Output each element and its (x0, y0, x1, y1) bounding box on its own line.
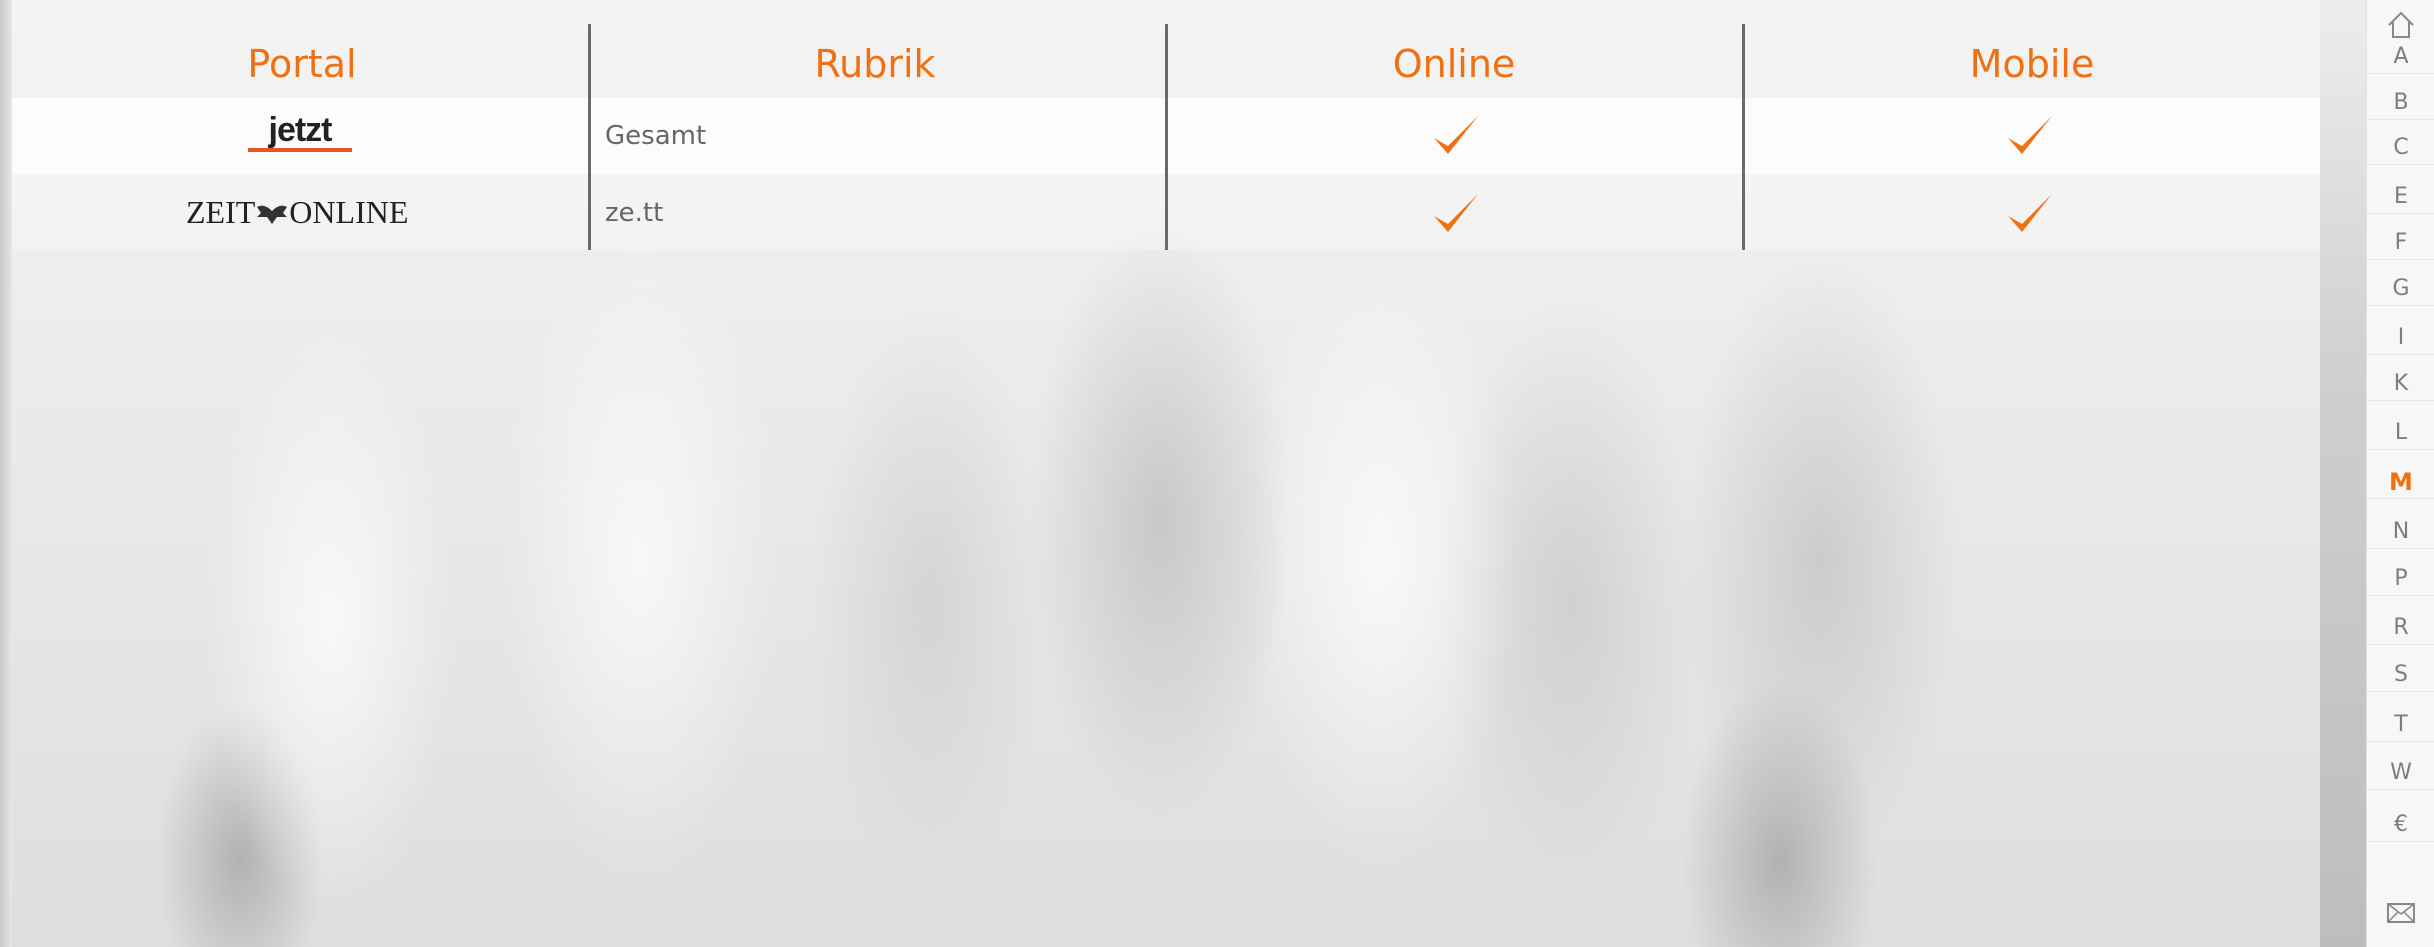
column-divider (588, 24, 591, 250)
check-icon (2008, 194, 2052, 232)
nav-item-t[interactable]: T (2367, 709, 2434, 742)
home-icon[interactable] (2386, 10, 2416, 40)
nav-item-s[interactable]: S (2367, 659, 2434, 692)
nav-item-a[interactable]: A (2367, 41, 2434, 74)
jetzt-logo[interactable]: jetzt (248, 112, 352, 152)
header-portal: Portal (247, 42, 357, 86)
zeit-online-logo[interactable]: ZEIT ONLINE (186, 194, 416, 231)
check-icon (2008, 116, 2052, 154)
nav-item-r[interactable]: R (2367, 612, 2434, 645)
right-photo-strip (2320, 0, 2366, 947)
nav-item-w[interactable]: W (2367, 757, 2434, 790)
rubrik-cell: Gesamt (605, 121, 707, 151)
nav-item-e[interactable]: E (2367, 181, 2434, 214)
left-edge (0, 0, 12, 947)
header-mobile: Mobile (1969, 42, 2095, 86)
header-rubrik: Rubrik (814, 42, 936, 86)
nav-item-euro[interactable]: € (2367, 809, 2434, 842)
column-divider (1165, 24, 1168, 250)
check-icon (1434, 194, 1478, 232)
check-icon (1434, 116, 1478, 154)
header-online: Online (1392, 42, 1516, 86)
column-divider (1742, 24, 1745, 250)
nav-item-f[interactable]: F (2367, 227, 2434, 260)
eagle-icon (257, 205, 288, 224)
rubrik-cell: ze.tt (605, 198, 664, 228)
nav-item-g[interactable]: G (2367, 273, 2434, 306)
nav-item-b[interactable]: B (2367, 87, 2434, 120)
nav-item-p[interactable]: P (2367, 563, 2434, 596)
mail-icon[interactable] (2386, 901, 2416, 925)
nav-item-k[interactable]: K (2367, 368, 2434, 401)
nav-item-m[interactable]: M (2367, 466, 2434, 499)
nav-item-c[interactable]: C (2367, 132, 2434, 165)
nav-item-i[interactable]: I (2367, 322, 2434, 355)
zeit-logo-right: ONLINE (289, 194, 409, 230)
alphabet-nav: A B C E F G I K L M N P R S T W € (2366, 0, 2434, 947)
zeit-logo-left: ZEIT (186, 194, 256, 230)
nav-item-l[interactable]: L (2367, 417, 2434, 450)
nav-item-n[interactable]: N (2367, 516, 2434, 549)
